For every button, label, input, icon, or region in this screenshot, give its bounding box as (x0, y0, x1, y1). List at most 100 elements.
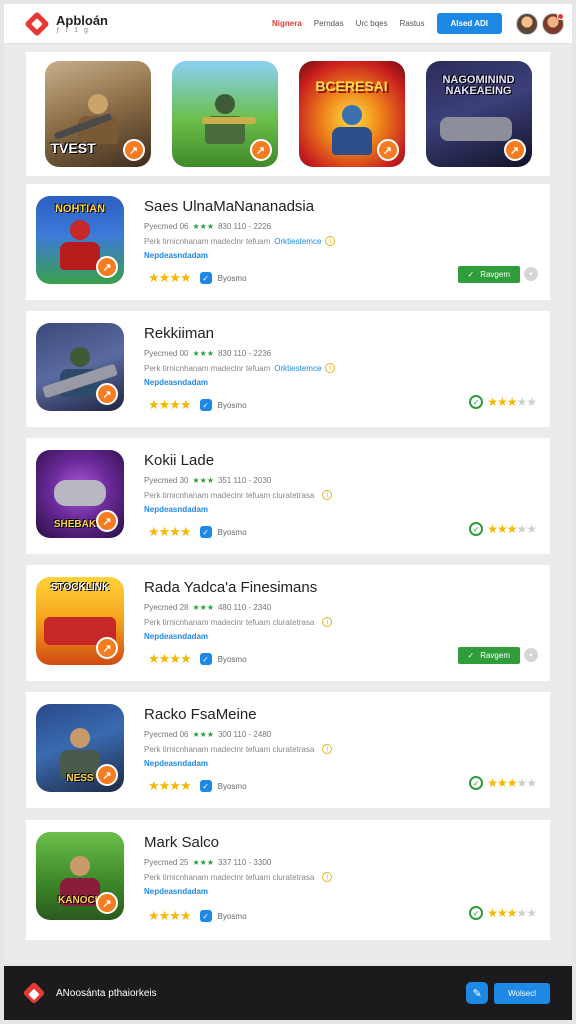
notifications-avatar[interactable] (542, 12, 564, 35)
app-thumbnail: NOHTIAN ↗ (36, 196, 124, 284)
star-rating: ★★★★ (148, 397, 192, 412)
play-badge-icon: ↗ (96, 892, 118, 914)
details-link[interactable]: Nepdeasndadam (144, 887, 208, 896)
notification-dot (557, 12, 564, 20)
footer-text: ANoosánta pthaiorkeis (56, 987, 157, 999)
user-star-rating: ★★★★★ (487, 776, 537, 790)
app-name[interactable]: Mark Salco (144, 834, 219, 851)
installed-check-icon: ✓ (469, 776, 484, 790)
verified-icon: ✓ (199, 653, 212, 665)
details-link[interactable]: Nepdeasndadam (144, 505, 208, 514)
list-item[interactable]: NOHTIAN ↗ Saes UlnaMaNananadsia Pyecmed … (26, 184, 550, 300)
info-icon: i (322, 872, 333, 882)
install-button[interactable]: ✓ Ravgem (457, 266, 520, 283)
star-rating: ★★★★ (148, 270, 192, 285)
footer-logo-icon (22, 981, 46, 1005)
app-name[interactable]: Rekkiiman (144, 325, 214, 342)
app-name[interactable]: Kokii Lade (144, 452, 214, 469)
list-item[interactable]: NESS ↗ Racko FsaMeine Pyecmed 06 ★★★ 300 1… (26, 692, 550, 808)
star-rating: ★★★★ (148, 524, 192, 539)
mini-rating-icon: ★★★ (192, 222, 214, 231)
mini-rating-icon: ★★★ (192, 730, 214, 739)
list-item[interactable]: SHEBAKKI ↗ Kokii Lade Pyecmed 30 ★★★ 351 1… (26, 438, 550, 554)
app-subtitle: ƒ r 1 g (56, 26, 90, 34)
play-badge-icon: ↗ (96, 510, 118, 532)
list-item[interactable]: STOCKLINK ↗ Rada Yadca'a Finesimans Pyec… (26, 565, 550, 681)
featured-tile-4[interactable]: NAGOMININD NAKEAEING ↗ (425, 61, 532, 167)
details-link[interactable]: Nepdeasndadam (144, 759, 208, 768)
nav-item-1[interactable]: Nignera (272, 19, 302, 28)
play-badge-icon: ↗ (503, 139, 526, 161)
featured-title-3: BCERESAI (315, 78, 388, 94)
play-badge-icon: ↗ (96, 383, 118, 405)
verified-icon: ✓ (199, 272, 212, 284)
installed-rating: ✓ ★★★★★ (469, 776, 537, 790)
info-icon: i (325, 236, 336, 246)
check-icon: ✓ (467, 270, 475, 279)
star-rating: ★★★★ (148, 908, 192, 923)
more-options-icon[interactable]: • (524, 648, 538, 662)
details-link[interactable]: Nepdeasndadam (144, 632, 208, 641)
user-star-rating: ★★★★★ (487, 395, 537, 409)
verified-icon: ✓ (199, 780, 212, 792)
nav-item-2[interactable]: Perndas (314, 19, 344, 28)
star-rating: ★★★★ (148, 778, 192, 793)
tools-icon[interactable]: ✎ (466, 982, 489, 1004)
main-nav: Nignera Perndas Urc bqes Rastus (272, 19, 425, 28)
featured-row: TVEST ↗ ↗ BCERESAI ↗ NAGOMININD NAKEAEIN… (26, 52, 550, 176)
mini-rating-icon: ★★★ (192, 476, 214, 485)
info-icon: i (322, 490, 333, 500)
app-name: Apbloán (56, 12, 108, 28)
user-star-rating: ★★★★★ (487, 906, 537, 920)
app-name[interactable]: Rada Yadca'a Finesimans (144, 579, 317, 596)
more-options-icon[interactable]: • (524, 267, 538, 281)
mini-rating-icon: ★★★ (192, 349, 214, 358)
verified-icon: ✓ (199, 910, 212, 922)
main-content: TVEST ↗ ↗ BCERESAI ↗ NAGOMININD NAKEAEIN… (4, 44, 572, 964)
install-button[interactable]: ✓ Ravgem (457, 647, 520, 664)
details-link[interactable]: Nepdeasndadam (144, 378, 208, 387)
verified-icon: ✓ (199, 399, 212, 411)
app-thumbnail: KANOCU ↗ (36, 832, 124, 920)
footer-action-button[interactable]: Wolsecl (494, 982, 550, 1004)
featured-title-4: NAGOMININD NAKEAEING (442, 74, 515, 97)
top-bar: Apbloán ƒ r 1 g Nignera Perndas Urc bqes… (4, 4, 572, 44)
star-rating: ★★★★ (148, 651, 192, 666)
play-badge-icon: ↗ (96, 637, 118, 659)
list-item[interactable]: KANOCU ↗ Mark Salco Pyecmed 25 ★★★ 337 110… (26, 820, 550, 940)
app-logo[interactable]: Apbloán ƒ r 1 g (24, 10, 108, 37)
app-thumbnail: STOCKLINK ↗ (36, 577, 124, 665)
featured-tile-1[interactable]: TVEST ↗ (44, 61, 151, 167)
featured-tile-3[interactable]: BCERESAI ↗ (298, 61, 405, 167)
logo-diamond-icon (24, 10, 50, 37)
installed-check-icon: ✓ (469, 522, 484, 536)
mini-rating-icon: ★★★ (192, 858, 214, 867)
play-badge-icon: ↗ (376, 139, 399, 161)
installed-check-icon: ✓ (469, 395, 484, 409)
app-thumbnail: ↗ (36, 323, 124, 411)
mini-rating-icon: ★★★ (192, 603, 214, 612)
play-badge-icon: ↗ (96, 256, 118, 278)
featured-tile-2[interactable]: ↗ (171, 61, 278, 167)
installed-check-icon: ✓ (469, 906, 484, 920)
verified-icon: ✓ (199, 526, 212, 538)
check-icon: ✓ (467, 651, 475, 660)
app-name[interactable]: Saes UlnaMaNananadsia (144, 198, 314, 215)
installed-rating: ✓ ★★★★★ (469, 906, 537, 920)
user-avatar[interactable] (516, 12, 538, 35)
nav-item-4[interactable]: Rastus (400, 19, 425, 28)
info-icon: i (322, 617, 333, 627)
bottom-bar: ANoosánta pthaiorkeis ✎ Wolsecl (4, 966, 572, 1020)
nav-item-3[interactable]: Urc bqes (356, 19, 388, 28)
user-star-rating: ★★★★★ (487, 522, 537, 536)
installed-rating: ✓ ★★★★★ (469, 395, 537, 409)
list-item[interactable]: ↗ Rekkiiman Pyecmed 00 ★★★ 830 110 - 2236 … (26, 311, 550, 427)
info-icon: i (325, 363, 336, 373)
app-thumbnail: NESS ↗ (36, 704, 124, 792)
app-name[interactable]: Racko FsaMeine (144, 706, 257, 723)
play-badge-icon: ↗ (249, 139, 272, 161)
details-link[interactable]: Nepdeasndadam (144, 251, 208, 260)
primary-action-button[interactable]: Alsed ADI (436, 13, 502, 34)
installed-rating: ✓ ★★★★★ (469, 522, 537, 536)
info-icon: i (322, 744, 333, 754)
